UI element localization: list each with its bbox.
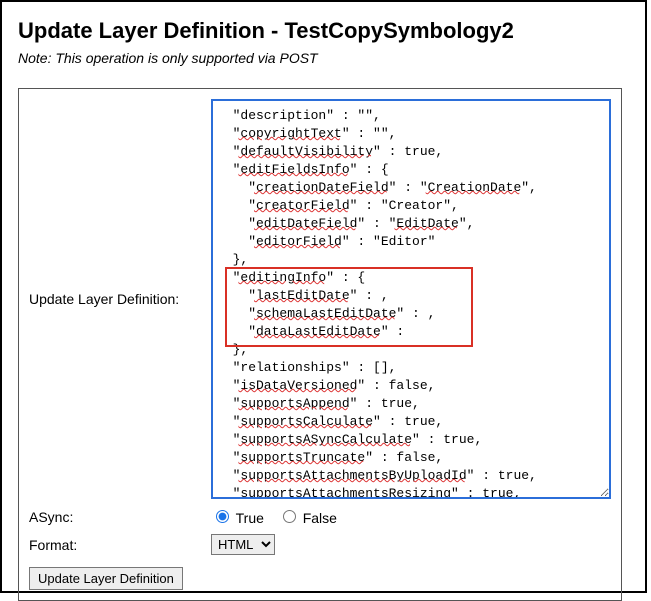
form-panel: Update Layer Definition: "description" :… xyxy=(18,88,622,601)
async-true-label: True xyxy=(236,510,264,526)
submit-button[interactable]: Update Layer Definition xyxy=(29,567,183,590)
async-true-radio[interactable] xyxy=(216,510,229,523)
definition-wrap: "description" : "", "copyrightText" : ""… xyxy=(211,99,611,499)
format-select[interactable]: HTML xyxy=(211,534,275,555)
row-format: Format: HTML xyxy=(29,534,611,555)
layer-definition-textarea[interactable] xyxy=(211,99,611,499)
async-false-label: False xyxy=(303,510,337,526)
page-note: Note: This operation is only supported v… xyxy=(18,50,629,66)
async-true-option[interactable]: True xyxy=(211,510,268,526)
row-definition: Update Layer Definition: "description" :… xyxy=(29,99,611,499)
row-async: ASync: True False xyxy=(29,507,611,526)
page-container: Update Layer Definition - TestCopySymbol… xyxy=(0,0,647,593)
async-false-option[interactable]: False xyxy=(278,510,337,526)
async-radio-group: True False xyxy=(211,507,347,526)
label-format: Format: xyxy=(29,537,211,553)
async-false-radio[interactable] xyxy=(283,510,296,523)
label-definition: Update Layer Definition: xyxy=(29,291,211,307)
page-title: Update Layer Definition - TestCopySymbol… xyxy=(18,18,629,44)
label-async: ASync: xyxy=(29,509,211,525)
